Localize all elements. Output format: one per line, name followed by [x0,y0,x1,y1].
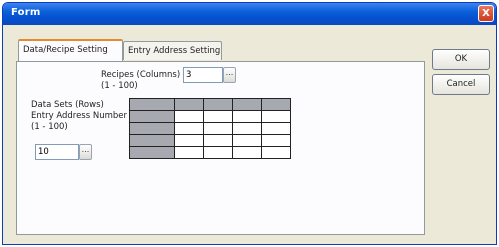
window-title: Form [11,7,41,18]
grid-cell [203,98,233,111]
cancel-button[interactable]: Cancel [432,74,490,95]
grid-cell [129,146,175,159]
grid-cell [203,122,233,135]
close-button[interactable]: X [478,5,494,22]
recipes-input[interactable]: 3 [183,67,223,83]
grid-row [129,146,291,159]
grid-cell [203,134,233,147]
recipe-grid-preview [129,98,291,159]
tab-data-recipe-setting[interactable]: Data/Recipe Setting [18,39,123,61]
datasets-input[interactable]: 10 [35,144,79,160]
grid-cell [261,98,291,111]
grid-cell [232,110,262,123]
close-icon: X [482,8,490,19]
recipes-browse-button[interactable]: ... [223,67,236,83]
title-bar[interactable]: Form X [3,3,496,25]
grid-row [129,98,291,111]
grid-cell [232,122,262,135]
grid-cell [174,98,204,111]
grid-cell [129,110,175,123]
grid-cell [203,110,233,123]
ok-button[interactable]: OK [432,49,490,70]
tab-label: Entry Address Setting [128,46,221,56]
recipes-range-label: (1 - 100) [101,81,138,91]
grid-cell [261,134,291,147]
datasets-browse-button[interactable]: ... [79,144,92,160]
grid-cell [129,98,175,111]
tab-label: Data/Recipe Setting [23,45,108,55]
grid-cell [232,146,262,159]
datasets-label: Data Sets (Rows) [31,100,104,110]
grid-cell [232,98,262,111]
grid-cell [129,134,175,147]
datasets-range-label: (1 - 100) [31,122,68,132]
grid-cell [261,146,291,159]
grid-cell [174,110,204,123]
grid-cell [129,122,175,135]
form-dialog: Form X Data/Recipe Setting Entry Address… [2,2,497,245]
grid-row [129,134,291,147]
grid-cell [261,122,291,135]
grid-cell [261,110,291,123]
recipes-label: Recipes (Columns) [101,70,181,80]
grid-cell [232,134,262,147]
grid-row [129,110,291,123]
grid-cell [174,134,204,147]
grid-row [129,122,291,135]
entry-address-label: Entry Address Number [31,111,128,121]
grid-cell [174,122,204,135]
grid-cell [174,146,204,159]
grid-cell [203,146,233,159]
tab-entry-address-setting[interactable]: Entry Address Setting [123,41,222,60]
